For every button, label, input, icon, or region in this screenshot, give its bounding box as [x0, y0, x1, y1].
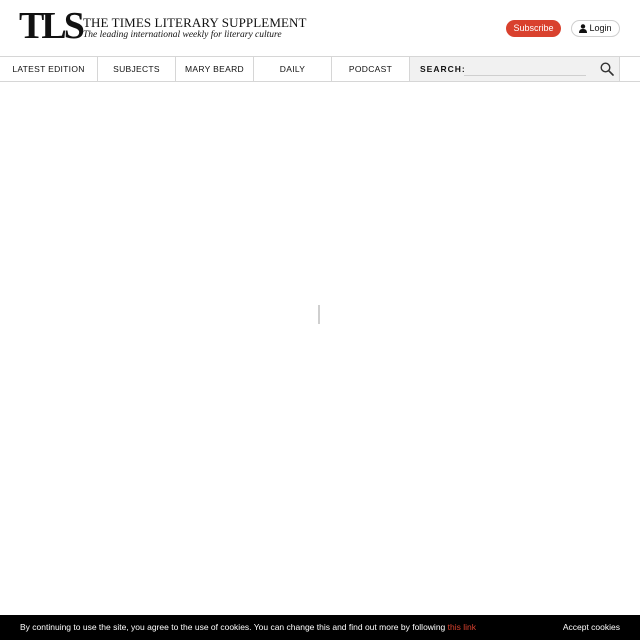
masthead-title: THE TIMES LITERARY SUPPLEMENT [83, 15, 307, 30]
nav-item-mary-beard[interactable]: MARY BEARD [176, 57, 254, 81]
cookie-policy-link[interactable]: this link [448, 622, 476, 632]
tls-logo[interactable]: TLS [19, 6, 85, 46]
nav-item-podcast[interactable]: PODCAST [332, 57, 410, 81]
login-button[interactable]: Login [571, 20, 620, 37]
cookie-banner: By continuing to use the site, you agree… [0, 615, 640, 640]
loading-indicator [318, 305, 320, 324]
nav-item-latest-edition[interactable]: LATEST EDITION [0, 57, 98, 81]
search-icon[interactable] [600, 62, 614, 76]
cookie-message: By continuing to use the site, you agree… [20, 615, 476, 640]
search-area: SEARCH: [410, 57, 620, 81]
cookie-text: By continuing to use the site, you agree… [20, 622, 448, 632]
masthead-tagline: The leading international weekly for lit… [83, 30, 282, 40]
subscribe-button[interactable]: Subscribe [506, 20, 561, 37]
nav-item-daily[interactable]: DAILY [254, 57, 332, 81]
search-input[interactable] [464, 62, 586, 76]
site-header: TLS THE TIMES LITERARY SUPPLEMENT The le… [0, 0, 640, 56]
main-nav: LATEST EDITION SUBJECTS MARY BEARD DAILY… [0, 56, 640, 82]
search-label: SEARCH: [420, 64, 466, 74]
user-icon [579, 24, 588, 33]
login-label: Login [589, 23, 612, 33]
accept-cookies-button[interactable]: Accept cookies [563, 615, 620, 640]
nav-item-subjects[interactable]: SUBJECTS [98, 57, 176, 81]
